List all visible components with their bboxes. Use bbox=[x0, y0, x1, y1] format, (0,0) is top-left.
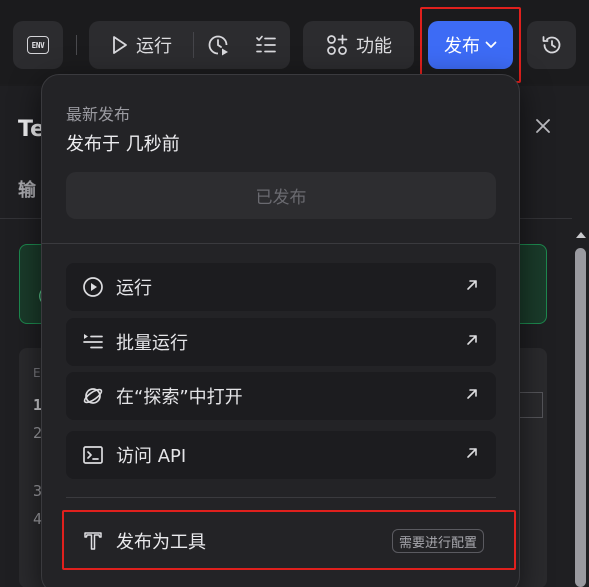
menu-item-run[interactable]: 运行 bbox=[66, 263, 496, 311]
tool-icon bbox=[81, 529, 105, 553]
run-group: 运行 bbox=[89, 21, 290, 69]
code-header-left: E bbox=[33, 366, 41, 380]
scroll-up-arrow-icon[interactable] bbox=[576, 232, 586, 238]
run-history-button[interactable] bbox=[194, 21, 242, 69]
published-button: 已发布 bbox=[66, 172, 496, 219]
menu-item-label: 访问 API bbox=[116, 446, 187, 467]
external-link-icon bbox=[467, 448, 477, 458]
checklist-icon bbox=[256, 35, 276, 53]
dropdown-divider bbox=[66, 497, 496, 498]
run-label: 运行 bbox=[136, 36, 172, 57]
menu-item-publish-as-tool[interactable]: 发布为工具 需要进行配置 bbox=[66, 516, 496, 566]
tool-label: 发布为工具 bbox=[116, 532, 206, 553]
top-toolbar: ENV 运行 功能 发布 bbox=[0, 0, 589, 84]
close-button[interactable] bbox=[536, 118, 550, 137]
run-button[interactable]: 运行 bbox=[89, 21, 193, 69]
menu-item-label: 批量运行 bbox=[116, 333, 188, 354]
features-label: 功能 bbox=[356, 36, 392, 57]
external-link-icon bbox=[467, 335, 477, 345]
dropdown-divider bbox=[42, 243, 519, 244]
history-icon bbox=[542, 36, 560, 54]
menu-item-batch-run[interactable]: 批量运行 bbox=[66, 318, 496, 366]
env-button[interactable]: ENV bbox=[13, 21, 63, 69]
toolbar-separator bbox=[76, 35, 77, 55]
config-required-badge: 需要进行配置 bbox=[391, 529, 484, 553]
publish-label: 发布 bbox=[444, 36, 480, 57]
menu-item-label: 在“探索”中打开 bbox=[116, 387, 243, 408]
batch-run-button[interactable] bbox=[242, 21, 290, 69]
scrollbar[interactable] bbox=[572, 218, 589, 587]
terminal-icon bbox=[81, 443, 105, 467]
publish-button[interactable]: 发布 bbox=[428, 21, 513, 69]
play-circle-icon bbox=[81, 275, 105, 299]
chevron-down-icon bbox=[485, 41, 497, 48]
env-icon: ENV bbox=[27, 36, 49, 54]
apps-add-icon bbox=[327, 34, 348, 55]
external-link-icon bbox=[467, 389, 477, 399]
features-button[interactable]: 功能 bbox=[303, 21, 414, 69]
panel-tab[interactable]: 输 bbox=[18, 176, 36, 202]
play-icon bbox=[113, 36, 127, 54]
clock-play-icon bbox=[208, 35, 228, 56]
batch-list-icon bbox=[81, 330, 105, 354]
menu-item-label: 运行 bbox=[116, 278, 152, 299]
close-icon bbox=[536, 119, 550, 133]
planet-icon bbox=[81, 384, 105, 408]
menu-item-open-in-explore[interactable]: 在“探索”中打开 bbox=[66, 372, 496, 420]
external-link-icon bbox=[467, 280, 477, 290]
latest-publish-caption: 最新发布 bbox=[66, 105, 131, 124]
version-history-button[interactable] bbox=[527, 21, 576, 69]
menu-item-access-api[interactable]: 访问 API bbox=[66, 431, 496, 479]
publish-time: 发布于 几秒前 bbox=[66, 134, 180, 155]
scroll-thumb[interactable] bbox=[575, 248, 586, 587]
publish-dropdown: 最新发布 发布于 几秒前 已发布 运行 批量运行 在“探索”中打开 访问 API… bbox=[41, 74, 520, 587]
